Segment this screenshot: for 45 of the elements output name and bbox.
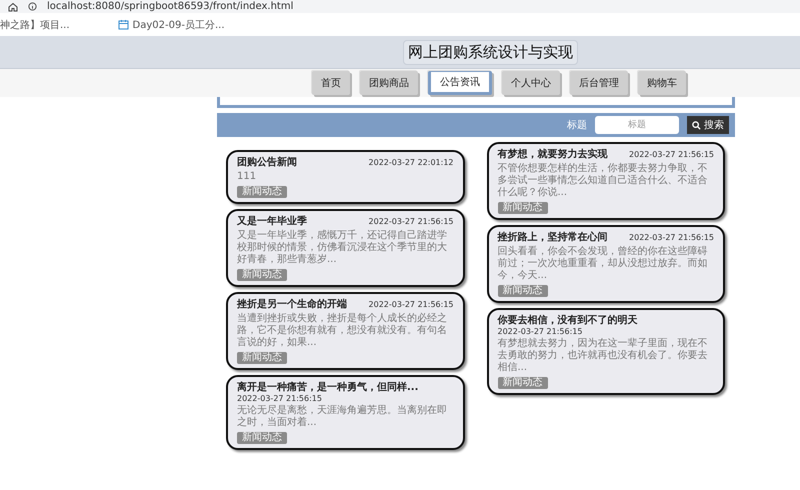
home-icon[interactable] xyxy=(8,2,18,12)
news-title: 挫折是另一个生命的开端 xyxy=(237,298,347,311)
news-title: 有梦想，就要努力去实现 xyxy=(498,147,608,161)
news-summary: 又是一年毕业季，感慨万千，还记得自己踏进学校那时候的情景，仿佛看沉浸在这个季节里的大好青春，那些青葱岁... xyxy=(237,230,448,266)
calendar-icon xyxy=(118,19,129,30)
news-card[interactable]: 离开是一种痛苦，是一种勇气，但同样... 2022-03-27 21:56:15 无论无尽是离愁，天涯海角遍芳思。当离别在即之时，当面对着... 新闻动态 xyxy=(226,375,464,450)
news-card[interactable]: 你要去相信，没有到不了的明天 2022-03-27 21:56:15 有梦想就去努力，因为在这一辈子里面，现在不去勇敢的努力，也许就再也没有机会了。你要去相信... 新闻动态 xyxy=(486,308,725,395)
news-summary: 当遭到挫折或失败，挫折是每个人成长的必经之路，它不是你想有就有，想没有就没有。有句名言说的好，如果... xyxy=(237,313,448,349)
nav-tab[interactable]: 团购商品 xyxy=(360,71,418,95)
news-date: 2022-03-27 21:56:15 xyxy=(368,217,454,226)
news-date: 2022-03-27 21:56:15 xyxy=(237,394,322,403)
nav-tab[interactable]: 公告资讯 xyxy=(428,71,492,95)
search-label: 标题 xyxy=(567,118,587,132)
site-title: 网上团购系统设计与实现 xyxy=(403,40,578,64)
search-field[interactable]: 标题 xyxy=(595,116,679,134)
news-title: 离开是一种痛苦，是一种勇气，但同样... xyxy=(237,380,418,394)
news-title: 你要去相信，没有到不了的明天 xyxy=(498,314,638,327)
news-title: 挫折路上，坚持常在心间 xyxy=(498,230,608,244)
info-icon[interactable] xyxy=(28,2,37,11)
bookmark-link[interactable]: Day02-09-员工分... xyxy=(132,18,224,32)
news-date: 2022-03-27 22:01:12 xyxy=(368,158,454,167)
news-date: 2022-03-27 21:56:15 xyxy=(498,327,582,336)
nav-tab[interactable]: 首页 xyxy=(312,71,350,95)
news-title: 团购公告新闻 xyxy=(237,155,297,169)
news-card[interactable]: 挫折路上，坚持常在心间 2022-03-27 21:56:15 回头看看，你会不会发现，曾经的你在这些障碍前过；一次次地重重看，却从没想过放弃。而如今，今天... 新闻动态 xyxy=(486,225,725,303)
news-summary: 回头看看，你会不会发现，曾经的你在这些障碍前过；一次次地重重看，却从没想过放弃。而如今，今天... xyxy=(498,246,708,282)
news-summary: 111 xyxy=(237,171,258,183)
news-card[interactable]: 团购公告新闻 2022-03-27 22:01:12 111 新闻动态 xyxy=(226,150,464,204)
news-date: 2022-03-27 21:56:15 xyxy=(629,150,714,159)
news-card[interactable]: 又是一年毕业季 2022-03-27 21:56:15 又是一年毕业季，感慨万千，还记得自己踏进学校那时候的情景，仿佛看沉浸在这个季节里的大好青春，那些青葱岁... 新闻动态 xyxy=(226,209,464,287)
search-button[interactable]: 搜索 xyxy=(687,116,729,134)
search-icon xyxy=(692,120,701,130)
news-summary: 有梦想就去努力，因为在这一辈子里面，现在不去勇敢的努力，也许就再也没有机会了。你要去相信... xyxy=(498,338,708,374)
news-card[interactable]: 挫折是另一个生命的开端 2022-03-27 21:56:15 当遭到挫折或失败，挫折是每个人成长的必经之路，它不是你想有就有，想没有就没有。有句名言说的好，如果... 新闻动态 xyxy=(226,292,464,370)
nav-tab[interactable]: 后台管理 xyxy=(570,71,628,95)
news-date: 2022-03-27 21:56:15 xyxy=(368,300,454,309)
news-title: 又是一年毕业季 xyxy=(237,214,307,228)
bookmark-link[interactable]: 神之路】项目... xyxy=(0,18,70,32)
news-summary: 不管你想要怎样的生活，你都要去努力争取，不多尝试一些事情怎么知道自己适合什么、不适合什么呢？你说... xyxy=(498,163,708,199)
news-summary: 无论无尽是离愁，天涯海角遍芳思。当离别在即之时，当面对着... xyxy=(237,405,448,429)
nav-tab[interactable]: 购物车 xyxy=(638,71,686,95)
nav-tab[interactable]: 个人中心 xyxy=(502,71,560,95)
news-date: 2022-03-27 21:56:15 xyxy=(629,233,714,242)
news-card[interactable]: 有梦想，就要努力去实现 2022-03-27 21:56:15 不管你想要怎样的生活，你都要去努力争取，不多尝试一些事情怎么知道自己适合什么、不适合什么呢？你说... 新闻动态 xyxy=(486,142,725,220)
address-bar-url[interactable]: localhost:8080/springboot86593/front/index.html xyxy=(47,1,294,12)
